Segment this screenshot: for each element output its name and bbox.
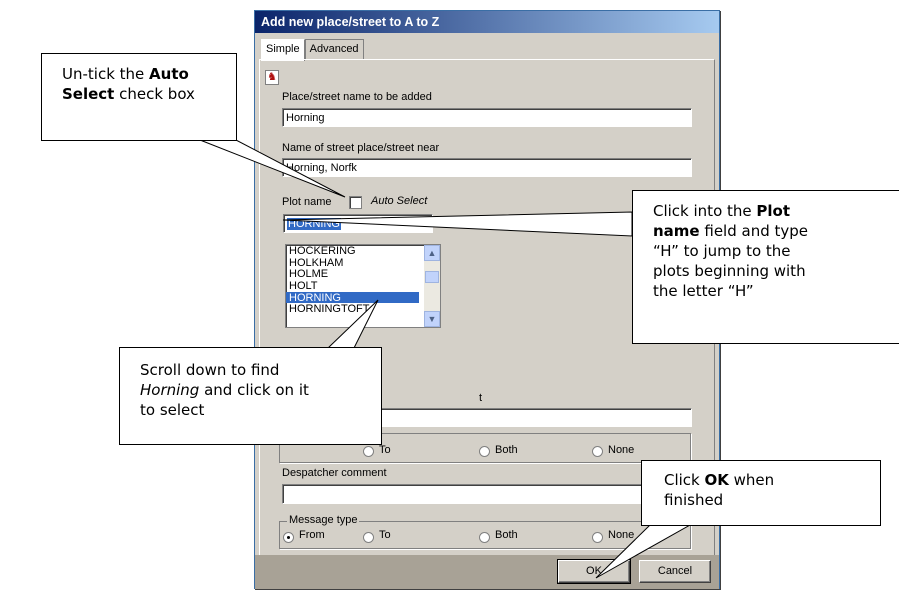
pointer-auto-select <box>199 139 346 198</box>
callout3-italic: Horning <box>140 381 200 399</box>
callout4-text-post: when <box>728 471 775 489</box>
callout-auto-select: Un-tick the Auto Select check box <box>41 53 237 141</box>
callout3-line1: Scroll down to find <box>140 361 280 379</box>
callout-horning: Scroll down to find Horning and click on… <box>119 347 382 445</box>
callout3-line3: to select <box>140 401 205 419</box>
callout2-line5: the letter “H” <box>653 282 754 300</box>
callout2-bold2: name <box>653 222 700 240</box>
callout4-text-pre: Click <box>664 471 705 489</box>
callout1-bold1: Auto <box>149 65 189 83</box>
pointer-ok <box>595 524 692 579</box>
callout2-text-pre: Click into the <box>653 202 757 220</box>
callout3-text-mid: and click on it <box>199 381 309 399</box>
pointer-plot-name <box>282 211 633 237</box>
callout4-line2: finished <box>664 491 724 509</box>
callout2-bold1: Plot <box>756 202 791 220</box>
callout1-bold2: Select <box>62 85 115 103</box>
callout2-text-mid: field and type <box>699 222 809 240</box>
callout2-line3: “H” to jump to the <box>653 242 791 260</box>
callout4-bold: OK <box>704 471 729 489</box>
pointer-horning <box>326 299 379 349</box>
callout2-line4: plots beginning with <box>653 262 806 280</box>
callout1-text-post: check box <box>114 85 195 103</box>
callout-ok: Click OK when finished <box>641 460 881 526</box>
callout-plot-name: Click into the Plot name field and type … <box>632 190 899 344</box>
callout1-text-pre: Un-tick the <box>62 65 150 83</box>
